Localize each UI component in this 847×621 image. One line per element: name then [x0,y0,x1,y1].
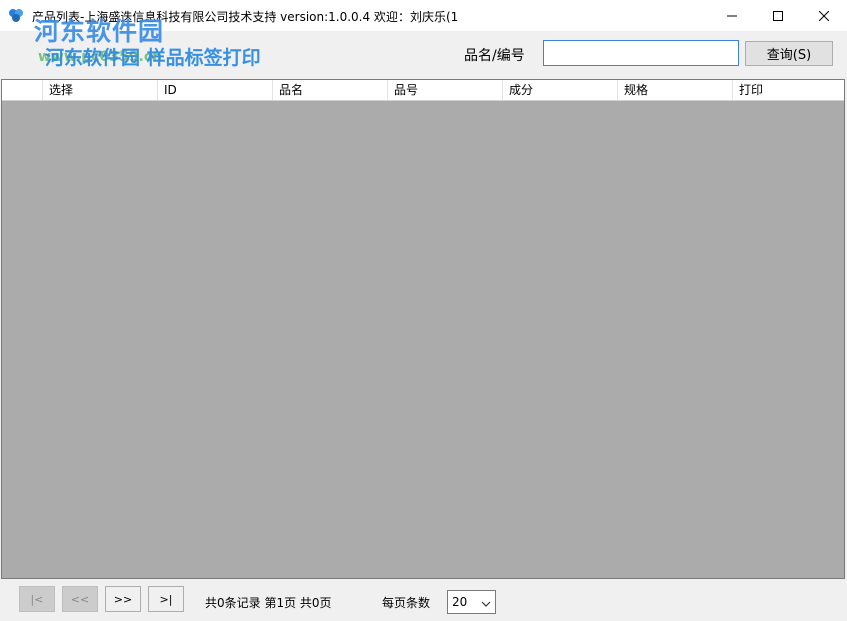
column-header-item-no[interactable]: 品号 [388,80,503,100]
column-header-id[interactable]: ID [158,80,273,100]
grid-header: 选择 ID 品名 品号 成分 规格 打印 [2,80,844,101]
app-logo-icon [8,7,24,23]
search-button[interactable]: 查询(S) [745,41,833,66]
page-size-label: 每页条数 [382,596,431,610]
product-grid[interactable]: 选择 ID 品名 品号 成分 规格 打印 [1,79,845,579]
first-page-button[interactable]: |< [19,586,55,612]
close-icon [819,10,829,21]
column-header-print[interactable]: 打印 [733,80,844,100]
app-heading: 河东软件园 样品标签打印 [45,47,261,69]
row-header-corner [2,80,43,100]
column-header-select[interactable]: 选择 [43,80,158,100]
column-header-name[interactable]: 品名 [273,80,388,100]
search-input[interactable] [543,40,739,66]
maximize-icon [773,10,783,21]
minimize-icon [727,15,737,16]
minimize-button[interactable] [709,0,755,31]
maximize-button[interactable] [755,0,801,31]
column-header-composition[interactable]: 成分 [503,80,618,100]
search-label: 品名/编号 [464,48,525,64]
page-size-value: 20 [452,595,468,609]
chevron-down-icon [481,597,491,611]
next-page-button[interactable]: >> [105,586,141,612]
previous-page-button[interactable]: << [62,586,98,612]
page-info: 共0条记录 第1页 共0页 [205,596,332,610]
column-header-spec[interactable]: 规格 [618,80,733,100]
page-size-select[interactable]: 20 [447,590,496,614]
close-button[interactable] [801,0,847,31]
last-page-button[interactable]: >| [148,586,184,612]
